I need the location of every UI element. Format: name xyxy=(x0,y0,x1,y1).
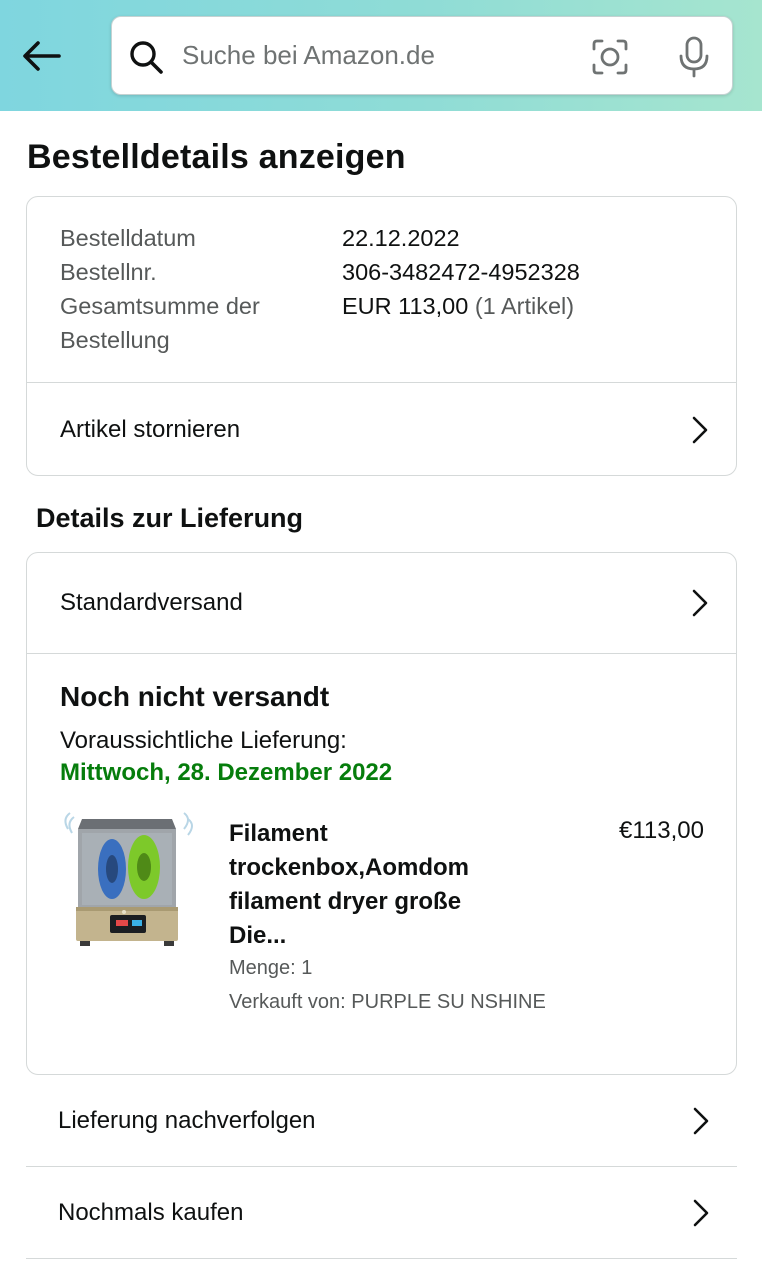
page-title: Bestelldetails anzeigen xyxy=(27,138,406,176)
delivery-card: Standardversand Noch nicht versandt Vora… xyxy=(26,552,737,1075)
divider xyxy=(27,653,736,654)
chevron-right-icon xyxy=(693,1199,709,1226)
order-total-value: EUR 113,00 xyxy=(342,293,469,319)
back-button[interactable] xyxy=(18,34,64,78)
order-number-label: Bestellnr. xyxy=(60,259,157,285)
microphone-icon[interactable] xyxy=(674,35,714,79)
order-item-count: (1 Artikel) xyxy=(474,293,575,319)
product-seller: Verkauft von: PURPLE SU NSHINE xyxy=(229,991,546,1013)
product-image[interactable] xyxy=(60,809,200,959)
search-bar[interactable] xyxy=(111,16,733,95)
top-bar xyxy=(0,0,762,111)
shipping-method-link[interactable]: Standardversand xyxy=(27,553,736,653)
camera-scan-icon[interactable] xyxy=(590,37,630,77)
expected-delivery-date: Mittwoch, 28. Dezember 2022 xyxy=(60,759,393,786)
chevron-right-icon xyxy=(693,1107,709,1134)
cancel-items-link[interactable]: Artikel stornieren xyxy=(27,383,736,476)
order-info: Bestelldatum 22.12.2022 Bestellnr. 306-3… xyxy=(60,221,700,357)
expected-delivery-label: Voraussichtliche Lieferung: xyxy=(60,727,347,754)
product-title[interactable]: Filament trockenbox,Aomdom filament drye… xyxy=(229,817,509,953)
shipping-method-label: Standardversand xyxy=(60,589,243,616)
search-icon xyxy=(130,41,163,74)
order-date-value: 22.12.2022 xyxy=(342,225,460,251)
buy-again-link[interactable]: Nochmals kaufen xyxy=(26,1167,737,1258)
back-arrow-icon xyxy=(23,41,61,71)
order-number-value: 306-3482472-4952328 xyxy=(342,259,580,285)
search-input[interactable] xyxy=(182,35,562,75)
order-summary-card: Bestelldatum 22.12.2022 Bestellnr. 306-3… xyxy=(26,196,737,476)
chevron-right-icon xyxy=(692,589,708,617)
order-date-label: Bestelldatum xyxy=(60,225,196,251)
chevron-right-icon xyxy=(692,416,708,443)
track-delivery-link[interactable]: Lieferung nachverfolgen xyxy=(26,1075,737,1166)
order-total-label: Gesamtsumme der Bestellung xyxy=(60,293,260,353)
buy-again-label: Nochmals kaufen xyxy=(58,1198,244,1226)
track-delivery-label: Lieferung nachverfolgen xyxy=(58,1106,316,1134)
shipment-status: Noch nicht versandt xyxy=(60,681,330,712)
product-quantity: Menge: 1 xyxy=(229,957,313,979)
delivery-section-title: Details zur Lieferung xyxy=(36,503,304,533)
divider xyxy=(26,1258,737,1259)
product-price: €113,00 xyxy=(619,817,704,844)
cancel-items-label: Artikel stornieren xyxy=(60,415,241,443)
